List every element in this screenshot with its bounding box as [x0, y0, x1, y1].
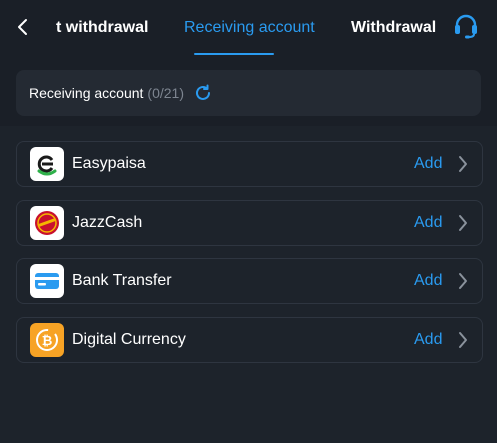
headset-icon [455, 14, 477, 39]
add-button[interactable]: Add [414, 201, 442, 245]
chevron-left-icon [18, 19, 27, 35]
add-button[interactable]: Add [414, 259, 442, 303]
add-button[interactable]: Add [414, 142, 442, 186]
account-type-list: Easypaisa Add JazzCash Add Bank Transfer… [0, 126, 497, 443]
bitcoin-icon: ₿ [30, 323, 64, 357]
account-label: Bank Transfer [72, 272, 172, 289]
bank-card-icon [30, 264, 64, 298]
jazzcash-logo [30, 206, 64, 240]
back-button[interactable] [10, 12, 36, 42]
account-row-easypaisa[interactable]: Easypaisa Add [16, 141, 483, 187]
account-row-jazzcash[interactable]: JazzCash Add [16, 200, 483, 246]
chevron-right-icon [453, 213, 473, 233]
account-row-digital-currency[interactable]: ₿ Digital Currency Add [16, 317, 483, 363]
account-label: JazzCash [72, 214, 143, 231]
add-button[interactable]: Add [414, 318, 442, 362]
chevron-right-icon [453, 154, 473, 174]
account-label: Digital Currency [72, 331, 186, 348]
top-nav-bar: t withdrawal Receiving account Withdrawa… [0, 0, 497, 56]
tab-withdrawal[interactable]: t withdrawal [56, 0, 148, 56]
refresh-button[interactable] [192, 82, 214, 104]
summary-section: Receiving account (0/21) [0, 56, 497, 126]
svg-text:₿: ₿ [42, 334, 53, 349]
chevron-right-icon [453, 271, 473, 291]
tab-bar: t withdrawal Receiving account Withdrawa… [40, 0, 440, 56]
account-label: Easypaisa [72, 155, 146, 172]
account-count: (0/21) [147, 85, 184, 101]
tab-withdrawal-records[interactable]: Withdrawal l [351, 0, 440, 56]
easypaisa-logo [30, 147, 64, 181]
chevron-right-icon [453, 330, 473, 350]
account-row-bank-transfer[interactable]: Bank Transfer Add [16, 258, 483, 304]
tab-receiving-account[interactable]: Receiving account [184, 0, 315, 56]
receiving-account-summary: Receiving account (0/21) [16, 70, 481, 116]
summary-title: Receiving account [29, 85, 144, 101]
refresh-icon [196, 84, 210, 100]
customer-support-button[interactable] [448, 8, 484, 44]
active-tab-indicator [194, 53, 274, 55]
